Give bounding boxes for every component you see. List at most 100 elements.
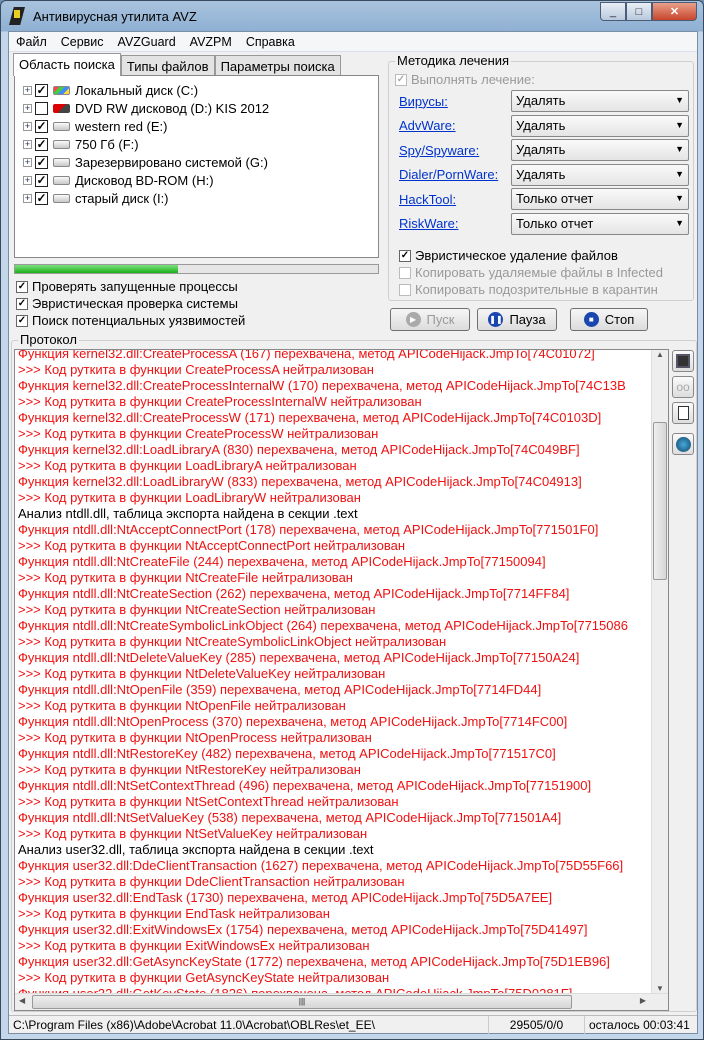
save-log-button[interactable] bbox=[672, 350, 694, 372]
clear-log-button[interactable] bbox=[672, 402, 694, 424]
menu-help[interactable]: Справка bbox=[239, 32, 302, 51]
copy-quarantine-checkbox[interactable]: Копировать подозрительные в карантин bbox=[399, 282, 658, 297]
log-line: >>> Код руткита в функции NtSetContextTh… bbox=[18, 794, 399, 809]
expand-icon[interactable]: + bbox=[23, 175, 32, 185]
expand-icon[interactable]: + bbox=[23, 157, 32, 167]
log-line: Анализ ntdll.dll, таблица экспорта найде… bbox=[18, 506, 358, 521]
checkbox[interactable]: ✓ bbox=[399, 249, 411, 262]
checkbox[interactable] bbox=[399, 266, 411, 279]
log-line: >>> Код руткита в функции NtCreateSymbol… bbox=[18, 634, 447, 649]
log-line: >>> Код руткита в функции DdeClientTrans… bbox=[18, 874, 405, 889]
tab-search-params[interactable]: Параметры поиска bbox=[214, 55, 341, 75]
log-line: Анализ user32.dll, таблица экспорта найд… bbox=[18, 842, 374, 857]
threat-type-link[interactable]: RiskWare: bbox=[399, 216, 511, 231]
drive-item[interactable]: + ✓ Локальный диск (C:) bbox=[23, 81, 198, 99]
scroll-up-icon[interactable]: ▲ bbox=[652, 350, 668, 359]
expand-icon[interactable]: + bbox=[23, 121, 32, 131]
log-line: >>> Код руткита в функции LoadLibraryA н… bbox=[18, 458, 357, 473]
log-line: >>> Код руткита в функции GetAsyncKeySta… bbox=[18, 970, 390, 985]
pause-button[interactable]: ❚❚ Пауза bbox=[477, 308, 557, 331]
log-line: Функция ntdll.dll:NtSetValueKey (538) пе… bbox=[18, 810, 562, 825]
checkbox[interactable]: ✓ bbox=[35, 119, 48, 133]
log-line: Функция user32.dll:ExitWindowsEx (1754) … bbox=[18, 922, 588, 937]
vertical-scroll-thumb[interactable] bbox=[653, 422, 667, 580]
menu-file[interactable]: Файл bbox=[9, 32, 54, 51]
expand-icon[interactable]: + bbox=[23, 103, 32, 113]
checkbox[interactable] bbox=[399, 283, 411, 296]
vertical-scrollbar[interactable]: ▲ ▼ bbox=[651, 350, 668, 995]
log-line: >>> Код руткита в функции NtAcceptConnec… bbox=[18, 538, 406, 553]
log-line: >>> Код руткита в функции LoadLibraryW н… bbox=[18, 490, 361, 505]
protocol-log[interactable]: Функция kernel32.dll:CreateProcessA (167… bbox=[14, 349, 669, 1011]
scroll-down-icon[interactable]: ▼ bbox=[652, 984, 668, 993]
tab-file-types[interactable]: Типы файлов bbox=[120, 55, 215, 75]
action-select[interactable]: Удалять bbox=[511, 163, 689, 186]
copy-infected-checkbox[interactable]: Копировать удаляемые файлы в Infected bbox=[399, 265, 663, 280]
expand-icon[interactable]: + bbox=[23, 85, 32, 95]
check-running-processes[interactable]: ✓ Проверять запущенные процессы bbox=[16, 279, 238, 294]
option-label: Выполнять лечение: bbox=[411, 72, 535, 87]
action-select[interactable]: Удалять bbox=[511, 139, 689, 161]
log-line: >>> Код руткита в функции NtOpenProcess … bbox=[18, 730, 372, 745]
close-button[interactable]: ✕ bbox=[652, 2, 697, 21]
checkbox[interactable]: ✓ bbox=[35, 191, 48, 205]
log-line: Функция user32.dll:DdeClientTransaction … bbox=[18, 858, 624, 873]
start-button[interactable]: ▶ Пуск bbox=[390, 308, 470, 331]
perform-treatment-checkbox[interactable]: ✓ Выполнять лечение: bbox=[395, 72, 535, 87]
drive-item[interactable]: + ✓ Дисковод BD-ROM (H:) bbox=[23, 171, 214, 189]
windows-drive-icon bbox=[53, 85, 70, 95]
checkbox[interactable]: ✓ bbox=[16, 297, 28, 310]
threat-type-link[interactable]: HackTool: bbox=[399, 192, 511, 207]
drive-item[interactable]: + ✓ 750 Гб (F:) bbox=[23, 135, 139, 153]
stop-button[interactable]: ■ Стоп bbox=[570, 308, 648, 331]
action-select[interactable]: Удалять bbox=[511, 90, 689, 112]
action-select[interactable]: Только отчет bbox=[511, 212, 689, 235]
checkbox[interactable] bbox=[35, 101, 48, 115]
drive-item[interactable]: + ✓ Зарезервировано системой (G:) bbox=[23, 153, 268, 171]
checkbox[interactable]: ✓ bbox=[16, 280, 28, 293]
treatment-title: Методика лечения bbox=[395, 53, 512, 68]
pause-icon: ❚❚ bbox=[488, 312, 504, 327]
minimize-button[interactable]: _ bbox=[600, 2, 626, 21]
menu-avzpm[interactable]: AVZPM bbox=[183, 32, 239, 51]
expand-icon[interactable]: + bbox=[23, 139, 32, 149]
checkbox[interactable]: ✓ bbox=[35, 155, 48, 169]
menu-avzguard[interactable]: AVZGuard bbox=[111, 32, 183, 51]
scroll-left-icon[interactable]: ◀ bbox=[19, 996, 25, 1005]
threat-type-link[interactable]: Dialer/PornWare: bbox=[399, 167, 511, 182]
horizontal-scroll-thumb[interactable]: ||| bbox=[32, 995, 572, 1009]
check-vulnerabilities[interactable]: ✓ Поиск потенциальных уязвимостей bbox=[16, 313, 245, 328]
drive-item[interactable]: + ✓ старый диск (I:) bbox=[23, 189, 169, 207]
checkbox[interactable]: ✓ bbox=[35, 173, 48, 187]
network-button[interactable] bbox=[672, 433, 694, 455]
tab-search-area[interactable]: Область поиска bbox=[13, 53, 121, 76]
log-line: Функция ntdll.dll:NtOpenFile (359) перех… bbox=[18, 682, 542, 697]
drive-label: Зарезервировано системой (G:) bbox=[75, 154, 268, 170]
checkbox[interactable]: ✓ bbox=[35, 137, 48, 151]
check-heuristic-system[interactable]: ✓ Эвристическая проверка системы bbox=[16, 296, 238, 311]
drive-item[interactable]: + ✓ western red (E:) bbox=[23, 117, 167, 135]
maximize-button[interactable]: □ bbox=[626, 2, 652, 21]
checkbox[interactable]: ✓ bbox=[16, 314, 28, 327]
menu-service[interactable]: Сервис bbox=[54, 32, 111, 51]
title-bar: Антивирусная утилита AVZ bbox=[9, 5, 197, 27]
log-line: Функция ntdll.dll:NtRestoreKey (482) пер… bbox=[18, 746, 556, 761]
checkbox[interactable]: ✓ bbox=[395, 73, 407, 86]
action-select[interactable]: Удалять bbox=[511, 114, 689, 137]
heuristic-delete-checkbox[interactable]: ✓ Эвристическое удаление файлов bbox=[399, 248, 618, 263]
drive-item[interactable]: + DVD RW дисковод (D:) KIS 2012 bbox=[23, 99, 269, 117]
find-button[interactable]: oo bbox=[672, 376, 694, 398]
status-path: C:\Program Files (x86)\Adobe\Acrobat 11.… bbox=[9, 1016, 489, 1035]
expand-icon[interactable]: + bbox=[23, 193, 32, 203]
drive-icon bbox=[53, 175, 70, 185]
threat-type-link[interactable]: AdvWare: bbox=[399, 118, 511, 133]
checkbox[interactable]: ✓ bbox=[35, 83, 48, 97]
scroll-right-icon[interactable]: ▶ bbox=[640, 996, 646, 1005]
threat-type-link[interactable]: Вирусы: bbox=[399, 94, 511, 109]
horizontal-scrollbar[interactable]: ◀ ||| ▶ bbox=[15, 993, 668, 1010]
status-bar: C:\Program Files (x86)\Adobe\Acrobat 11.… bbox=[9, 1015, 697, 1035]
option-label: Поиск потенциальных уязвимостей bbox=[32, 313, 246, 328]
start-label: Пуск bbox=[426, 312, 455, 327]
action-select[interactable]: Только отчет bbox=[511, 188, 689, 210]
threat-type-link[interactable]: Spy/Spyware: bbox=[399, 143, 511, 158]
